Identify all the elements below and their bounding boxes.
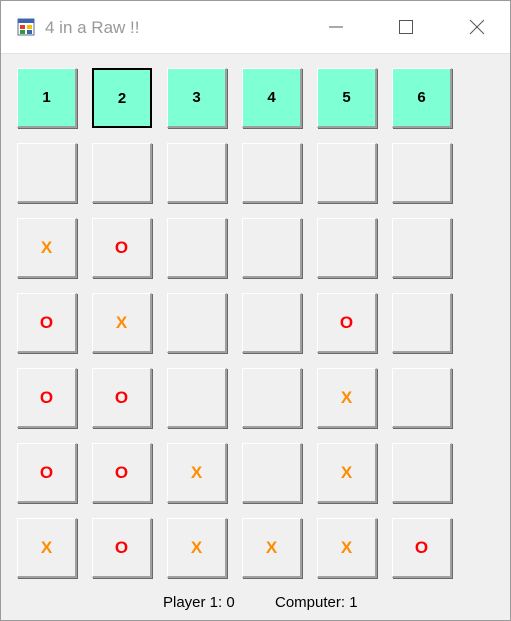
board-cell-r2-c3[interactable] bbox=[167, 218, 227, 278]
board-cell-r6-c6[interactable]: O bbox=[392, 518, 452, 578]
board-cell-r3-c2[interactable]: X bbox=[92, 293, 152, 353]
minimize-button[interactable] bbox=[307, 1, 365, 53]
board-cell-r4-c1[interactable]: O bbox=[17, 368, 77, 428]
board-cell-r5-c3[interactable]: X bbox=[167, 443, 227, 503]
close-icon bbox=[469, 19, 485, 35]
board-cell-r6-c5[interactable]: X bbox=[317, 518, 377, 578]
board-cell-r1-c6[interactable] bbox=[392, 143, 452, 203]
column-button-1[interactable]: 1 bbox=[17, 68, 77, 128]
column-button-3[interactable]: 3 bbox=[167, 68, 227, 128]
game-window: 4 in a Raw !! 123456XOOXOOOXOOXXXOXXXO P… bbox=[0, 0, 511, 621]
board-cell-r6-c2[interactable]: O bbox=[92, 518, 152, 578]
app-window-icon bbox=[17, 18, 35, 36]
board-cell-r1-c1[interactable] bbox=[17, 143, 77, 203]
board-cell-r2-c5[interactable] bbox=[317, 218, 377, 278]
column-button-2[interactable]: 2 bbox=[92, 68, 152, 128]
board-cell-r4-c5[interactable]: X bbox=[317, 368, 377, 428]
board-cell-r2-c4[interactable] bbox=[242, 218, 302, 278]
board-cell-r3-c1[interactable]: O bbox=[17, 293, 77, 353]
board-cell-r1-c2[interactable] bbox=[92, 143, 152, 203]
board-cell-r4-c2[interactable]: O bbox=[92, 368, 152, 428]
board-cell-r2-c6[interactable] bbox=[392, 218, 452, 278]
board-cell-r4-c3[interactable] bbox=[167, 368, 227, 428]
board-cell-r5-c4[interactable] bbox=[242, 443, 302, 503]
board-cell-r1-c4[interactable] bbox=[242, 143, 302, 203]
column-button-5[interactable]: 5 bbox=[317, 68, 377, 128]
board-cell-r4-c4[interactable] bbox=[242, 368, 302, 428]
board-cell-r1-c5[interactable] bbox=[317, 143, 377, 203]
minimize-icon bbox=[329, 26, 343, 28]
column-button-6[interactable]: 6 bbox=[392, 68, 452, 128]
player-score: Player 1: 0 bbox=[163, 594, 235, 611]
column-button-4[interactable]: 4 bbox=[242, 68, 302, 128]
maximize-button[interactable] bbox=[377, 1, 435, 53]
maximize-icon bbox=[399, 20, 413, 34]
board-cell-r6-c3[interactable]: X bbox=[167, 518, 227, 578]
board-cell-r3-c5[interactable]: O bbox=[317, 293, 377, 353]
computer-score: Computer: 1 bbox=[275, 594, 358, 611]
board-cell-r2-c1[interactable]: X bbox=[17, 218, 77, 278]
window-title: 4 in a Raw !! bbox=[45, 18, 140, 37]
board-cell-r4-c6[interactable] bbox=[392, 368, 452, 428]
board-cell-r6-c4[interactable]: X bbox=[242, 518, 302, 578]
board-cell-r3-c6[interactable] bbox=[392, 293, 452, 353]
board-cell-r5-c2[interactable]: O bbox=[92, 443, 152, 503]
board-cell-r1-c3[interactable] bbox=[167, 143, 227, 203]
board-cell-r3-c3[interactable] bbox=[167, 293, 227, 353]
title-bar[interactable]: 4 in a Raw !! bbox=[1, 1, 510, 54]
board-cell-r3-c4[interactable] bbox=[242, 293, 302, 353]
board-cell-r5-c5[interactable]: X bbox=[317, 443, 377, 503]
board-cell-r6-c1[interactable]: X bbox=[17, 518, 77, 578]
board-cell-r2-c2[interactable]: O bbox=[92, 218, 152, 278]
close-button[interactable] bbox=[448, 1, 506, 53]
board-cell-r5-c1[interactable]: O bbox=[17, 443, 77, 503]
board-cell-r5-c6[interactable] bbox=[392, 443, 452, 503]
